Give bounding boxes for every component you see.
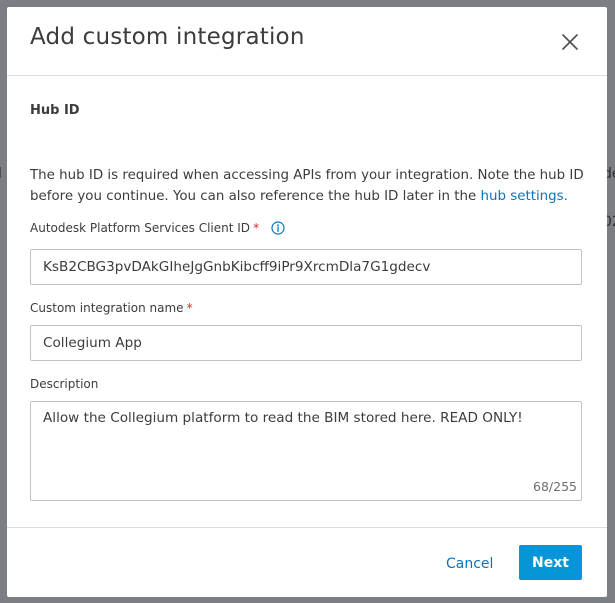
dialog-footer: Cancel Next: [7, 527, 607, 597]
required-mark: *: [186, 301, 193, 315]
client-id-label-text: Autodesk Platform Services Client ID: [30, 221, 251, 235]
hub-id-heading: Hub ID: [30, 103, 80, 118]
integration-name-label-text: Custom integration name: [30, 301, 184, 315]
next-button[interactable]: Next: [519, 545, 582, 580]
add-custom-integration-dialog: Add custom integration Hub ID The hub ID…: [7, 7, 607, 597]
info-icon[interactable]: [271, 221, 285, 238]
dialog-title: Add custom integration: [30, 24, 305, 50]
integration-name-label: Custom integration name *: [30, 301, 193, 315]
description-char-count: 68/255: [533, 479, 577, 494]
description-textarea[interactable]: Allow the Collegium platform to read the…: [30, 401, 582, 501]
close-icon: [562, 34, 578, 50]
hub-id-info-text: The hub ID is required when accessing AP…: [30, 165, 590, 207]
close-button[interactable]: [557, 29, 583, 55]
required-mark: *: [253, 221, 260, 235]
integration-name-input[interactable]: [30, 325, 582, 361]
client-id-input[interactable]: [30, 249, 582, 285]
dialog-header: Add custom integration: [7, 7, 607, 76]
cancel-button[interactable]: Cancel: [440, 552, 499, 576]
client-id-label: Autodesk Platform Services Client ID *: [30, 221, 285, 238]
backdrop-text-fragment: l: [0, 166, 2, 182]
hub-settings-link[interactable]: hub settings.: [481, 189, 568, 204]
description-label: Description: [30, 377, 99, 391]
